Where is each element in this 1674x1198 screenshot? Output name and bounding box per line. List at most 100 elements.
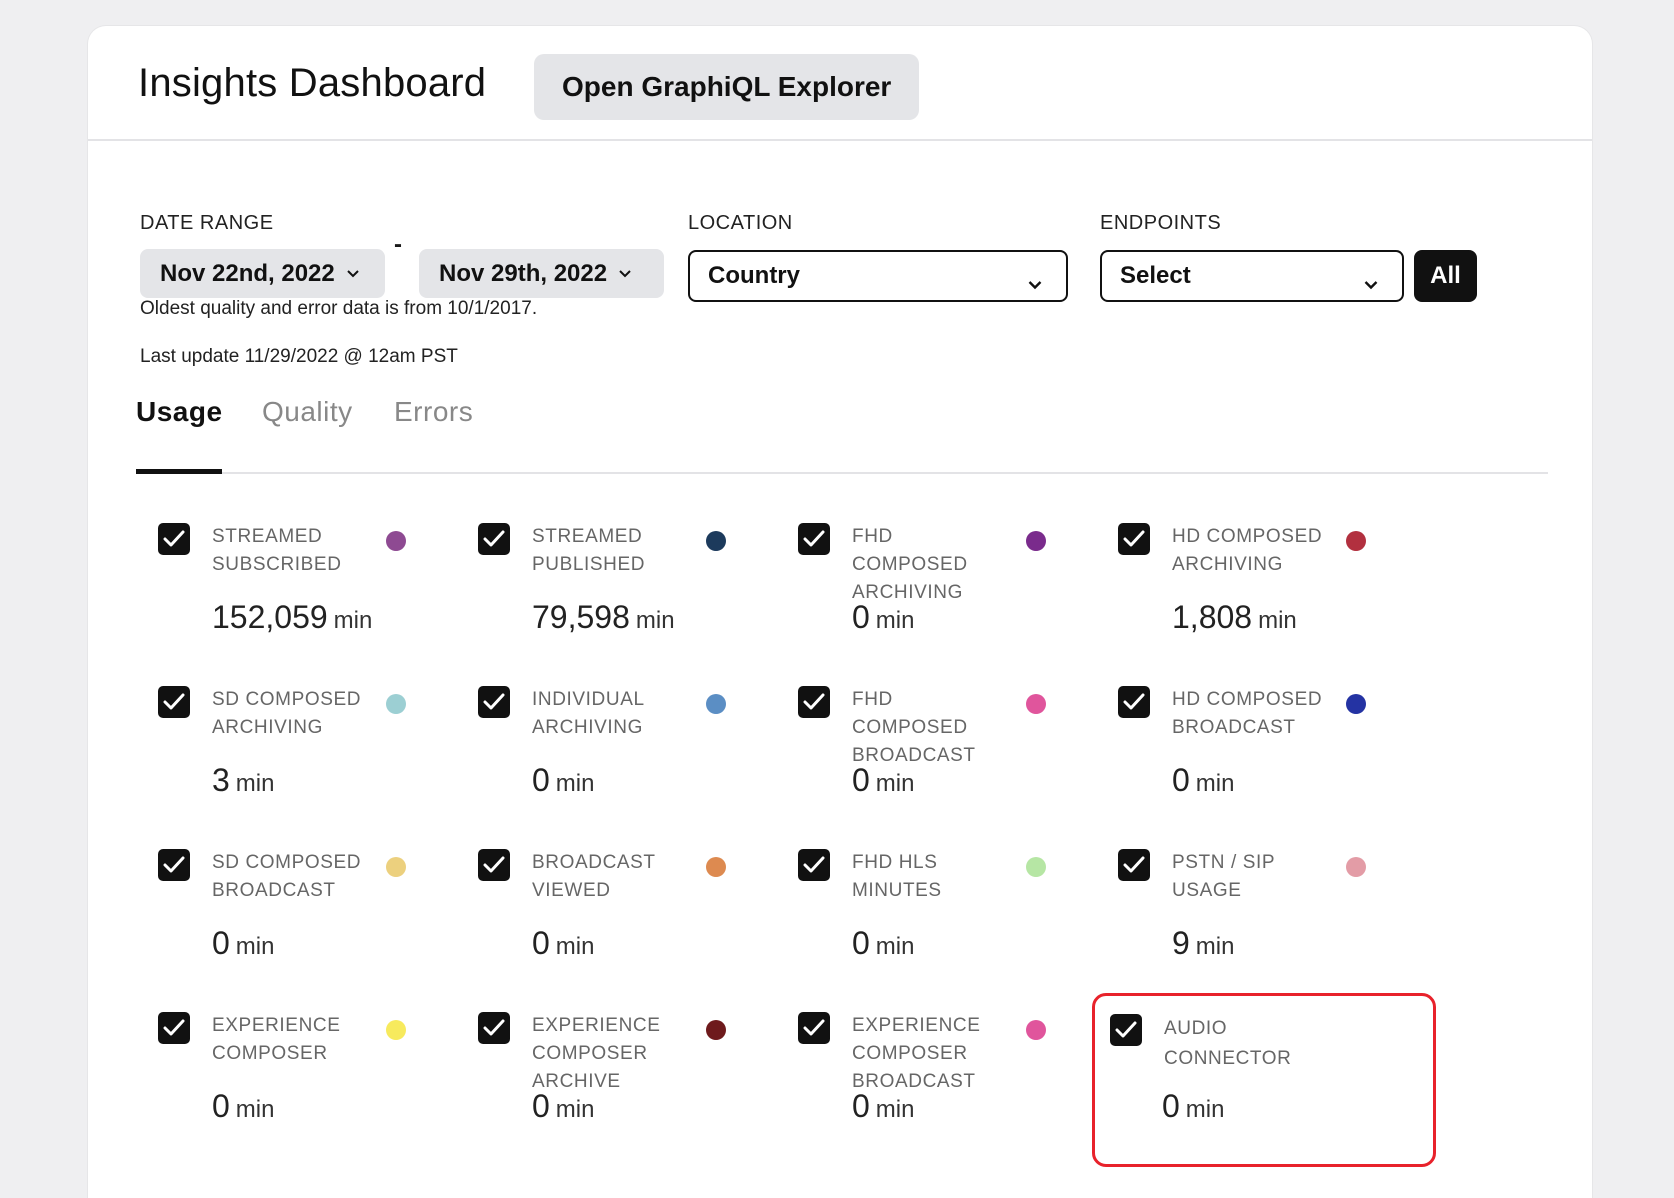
metric-number: 0 [532,762,550,798]
metric-checkbox[interactable] [1118,686,1150,718]
metric-label-line: HD COMPOSED [1172,689,1323,710]
metric-checkbox[interactable] [1118,849,1150,881]
metric-label: SD COMPOSED ARCHIVING [212,686,372,742]
oldest-data-note: Oldest quality and error data is from 10… [140,298,538,319]
metric-label-line: COMPOSER [852,1043,968,1064]
metric-label-line: EXPERIENCE [532,1015,661,1036]
location-select[interactable]: Country [688,250,1068,302]
metric-number: 0 [1172,762,1190,798]
metric-label: HD COMPOSED ARCHIVING [1172,523,1332,579]
metric-unit: min [1195,933,1235,960]
date-start-value: Nov 22nd, 2022 [160,259,335,287]
tab-quality[interactable]: Quality [262,396,353,428]
checkmark-icon [163,856,185,874]
page-title: Insights Dashboard [138,61,487,105]
metric-checkbox[interactable] [798,686,830,718]
metric-checkbox[interactable] [158,686,190,718]
metric-label-line: HD COMPOSED [1172,526,1323,547]
metric-value: 0 min [532,1088,594,1125]
metric-tile: INDIVIDUAL ARCHIVING 0 min [460,662,760,812]
series-color-dot [386,1020,406,1040]
metric-label-line: SUBSCRIBED [212,554,342,575]
metric-checkbox[interactable] [158,523,190,555]
metric-value: 0 min [852,925,914,962]
metric-tile: FHD COMPOSED ARCHIVING 0 min [780,499,1080,649]
metric-tile: SD COMPOSED BROADCAST 0 min [140,825,440,975]
checkmark-icon [803,530,825,548]
metric-number: 0 [532,1088,550,1124]
metric-tile: HD COMPOSED BROADCAST 0 min [1100,662,1400,812]
metric-value: 0 min [212,925,274,962]
metric-tile: STREAMED SUBSCRIBED 152,059 min [140,499,440,649]
series-color-dot [1346,531,1366,551]
metric-value: 0 min [1172,762,1234,799]
metric-number: 3 [212,762,230,798]
endpoints-label: ENDPOINTS [1100,212,1222,234]
metric-unit: min [555,1096,595,1123]
metric-label-line: BROADCAST [532,852,656,873]
metric-checkbox[interactable] [478,523,510,555]
series-color-dot [1026,857,1046,877]
metric-tile: EXPERIENCE COMPOSER 0 min [140,988,440,1138]
metric-checkbox[interactable] [798,849,830,881]
metric-checkbox[interactable] [798,523,830,555]
metric-label: EXPERIENCE COMPOSER BROADCAST [852,1012,1012,1096]
series-color-dot [706,694,726,714]
metric-checkbox[interactable] [158,1012,190,1044]
open-graphiql-explorer-button[interactable]: Open GraphiQL Explorer [534,54,920,120]
metric-label: INDIVIDUAL ARCHIVING [532,686,692,742]
metric-number: 0 [212,1088,230,1124]
metric-number: 152,059 [212,599,328,635]
tab-usage[interactable]: Usage [136,396,223,428]
date-end-picker[interactable]: Nov 29th, 2022 [419,249,664,298]
metric-number: 79,598 [532,599,630,635]
metric-label: STREAMED SUBSCRIBED [212,523,372,579]
metric-number: 0 [532,925,550,961]
metric-label-line: EXPERIENCE [212,1015,341,1036]
metric-checkbox[interactable] [478,686,510,718]
metric-checkbox[interactable] [1118,523,1150,555]
metric-unit: min [555,770,595,797]
metric-number: 0 [852,925,870,961]
metric-unit: min [333,607,373,634]
metric-label-line: ARCHIVING [532,717,643,738]
date-range-label: DATE RANGE [140,212,274,234]
metric-label-line: INDIVIDUAL [532,689,645,710]
metric-label-line: VIEWED [532,880,611,901]
chevron-down-icon [619,265,631,283]
metric-unit: min [635,607,675,634]
metric-label: STREAMED PUBLISHED [532,523,692,579]
location-select-value: Country [708,262,800,289]
metric-checkbox[interactable] [478,1012,510,1044]
checkmark-icon [1123,693,1145,711]
metric-label-line: PUBLISHED [532,554,646,575]
series-color-dot [706,857,726,877]
metric-label-line: PSTN / SIP [1172,852,1276,873]
metric-unit: min [235,933,275,960]
metric-number: 0 [852,762,870,798]
endpoints-select-value: Select [1120,262,1191,289]
metric-value: 0 min [532,762,594,799]
metric-checkbox[interactable] [478,849,510,881]
date-start-picker[interactable]: Nov 22nd, 2022 [140,249,385,298]
metric-tile: PSTN / SIP USAGE 9 min [1100,825,1400,975]
endpoints-select[interactable]: Select [1100,250,1404,302]
metric-value: 0 min [852,762,914,799]
metric-checkbox[interactable] [798,1012,830,1044]
all-endpoints-button[interactable]: All [1414,250,1477,302]
series-color-dot [386,857,406,877]
metric-value: 0 min [852,599,914,636]
checkmark-icon [483,693,505,711]
metric-unit: min [1258,607,1297,634]
tab-errors[interactable]: Errors [394,396,473,428]
metric-number: 1,808 [1172,599,1253,635]
metric-value: 3 min [212,762,274,799]
metric-label-line: FHD HLS [852,852,938,873]
chevron-down-icon [347,265,359,283]
metric-tile: EXPERIENCE COMPOSER ARCHIVE 0 min [460,988,760,1138]
metric-value: 0 min [212,1088,274,1125]
metric-number: 0 [852,1088,870,1124]
series-color-dot [1026,1020,1046,1040]
metric-checkbox[interactable] [158,849,190,881]
metric-unit: min [235,1096,275,1123]
